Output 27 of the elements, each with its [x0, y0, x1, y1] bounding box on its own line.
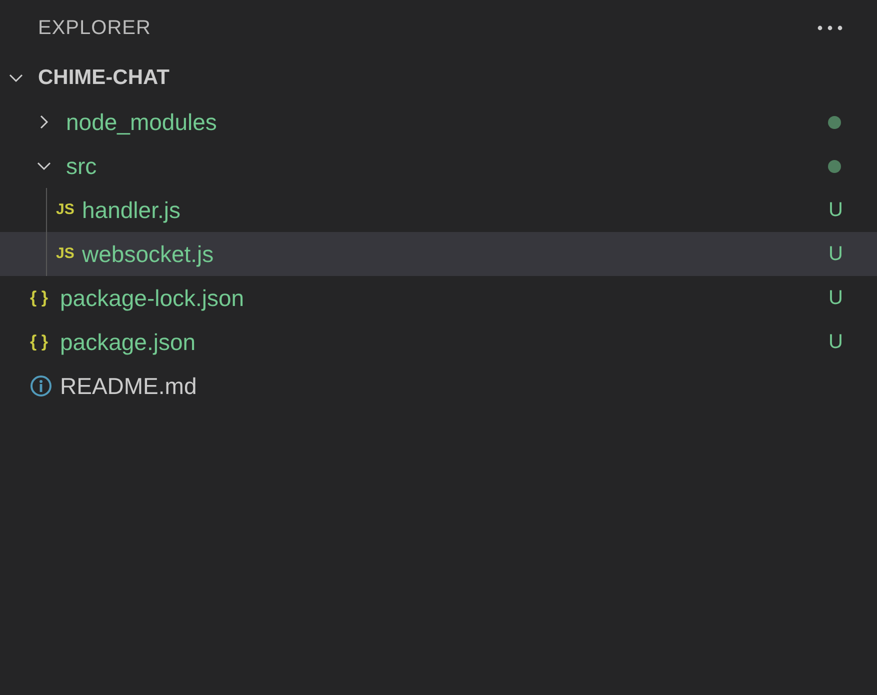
item-name: README.md [60, 372, 197, 401]
item-name: src [66, 152, 97, 181]
status-letter: U [828, 198, 843, 223]
more-icon[interactable] [817, 25, 843, 31]
file-row[interactable]: JS handler.js U [0, 188, 877, 232]
item-name: websocket.js [82, 240, 214, 269]
file-row[interactable]: { } package-lock.json U [0, 276, 877, 320]
status-letter: U [828, 286, 843, 311]
item-name: handler.js [82, 196, 180, 225]
section-title: CHIME-CHAT [38, 65, 170, 92]
status-letter: U [828, 330, 843, 355]
status-letter: U [828, 242, 843, 267]
info-icon [30, 375, 52, 397]
json-file-icon: { } [30, 285, 60, 311]
file-row[interactable]: { } package.json U [0, 320, 877, 364]
item-name: node_modules [66, 108, 217, 137]
json-file-icon: { } [30, 329, 60, 355]
item-name: package.json [60, 328, 196, 357]
file-row[interactable]: README.md [0, 364, 877, 408]
section-header[interactable]: CHIME-CHAT [0, 56, 877, 100]
file-row[interactable]: JS websocket.js U [0, 232, 877, 276]
panel-title: EXPLORER [38, 16, 151, 41]
js-file-icon: JS [56, 198, 82, 222]
item-name: package-lock.json [60, 284, 244, 313]
folder-row[interactable]: node_modules [0, 100, 877, 144]
folder-row[interactable]: src [0, 144, 877, 188]
js-file-icon: JS [56, 242, 82, 266]
